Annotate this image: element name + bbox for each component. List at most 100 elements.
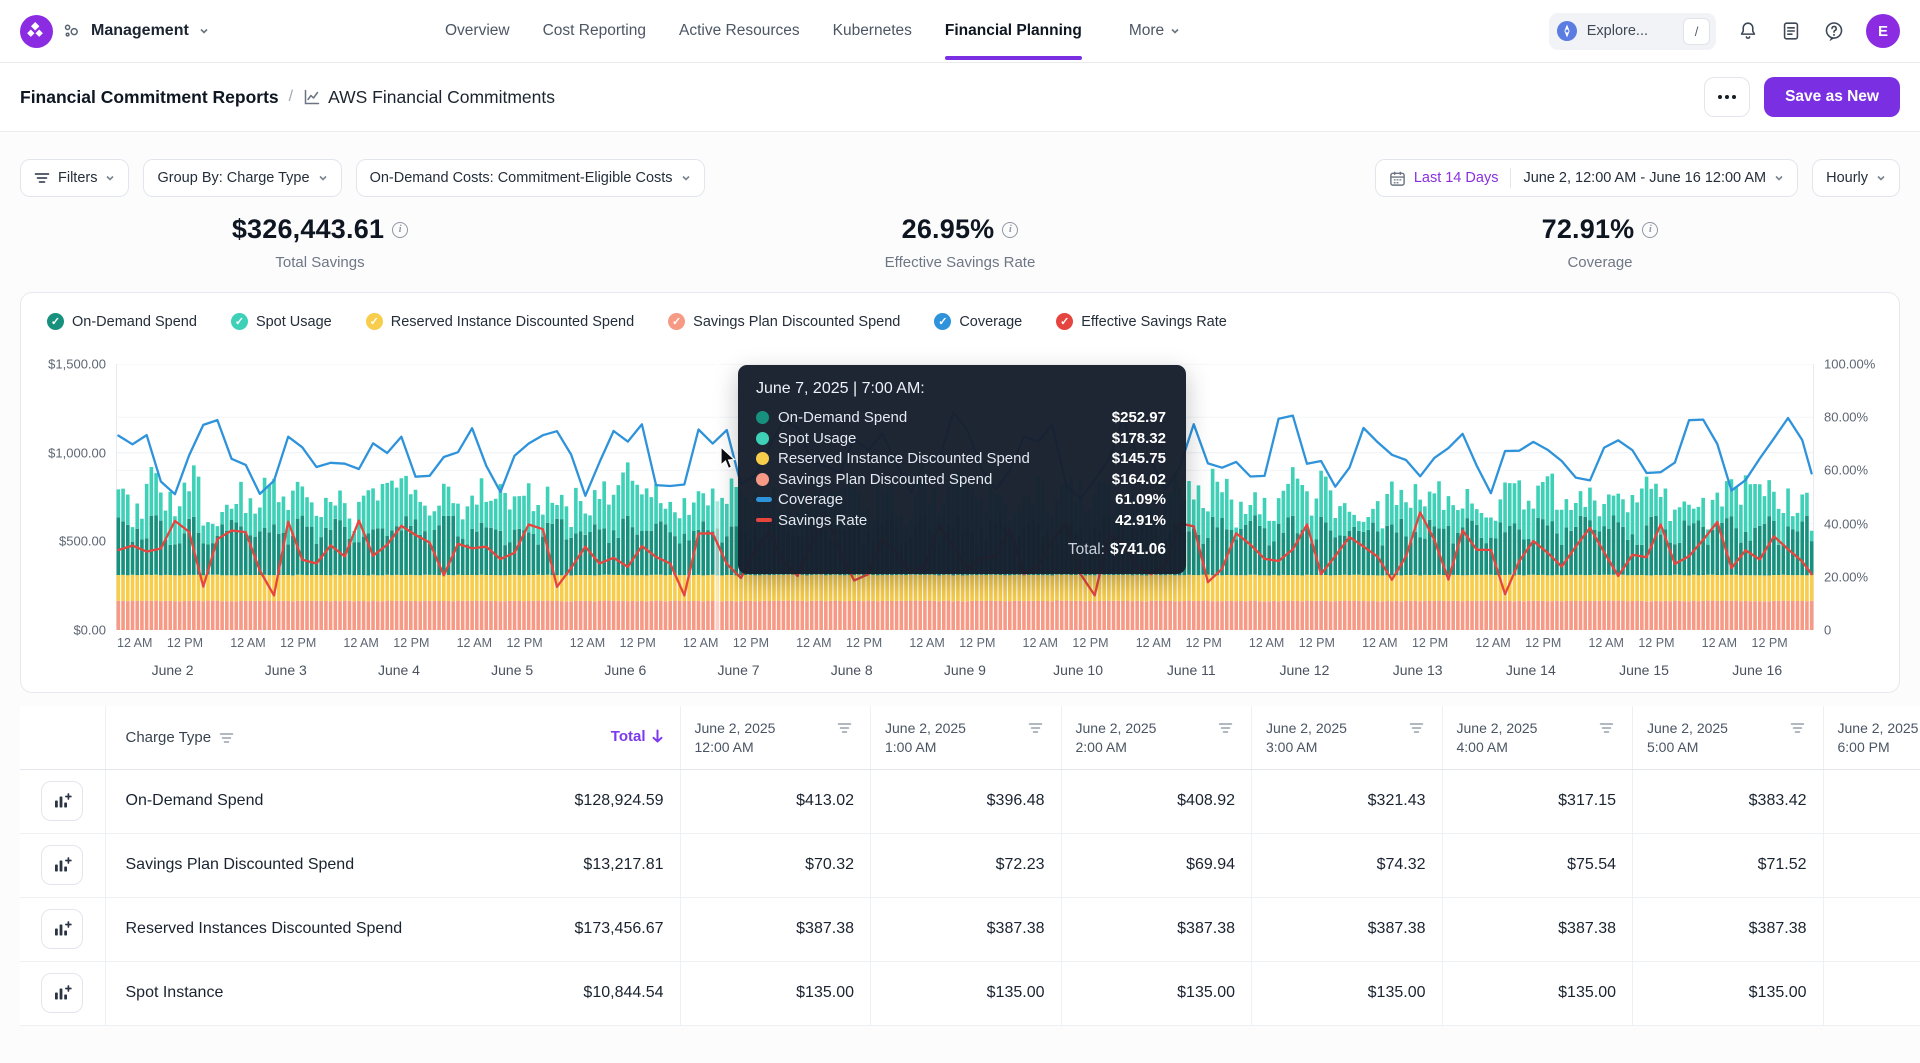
hour-value-cell: $408.92 bbox=[1061, 769, 1252, 833]
tab-financial-planning[interactable]: Financial Planning bbox=[945, 0, 1082, 63]
kpi-total-savings: $326,443.61 i Total Savings bbox=[0, 214, 640, 271]
info-icon[interactable]: i bbox=[1642, 222, 1658, 238]
hour-value-cell: $135.00 bbox=[1252, 961, 1443, 1025]
charge-type-cell: Spot Instance bbox=[105, 961, 510, 1025]
hour-value-cell: $387.38 bbox=[871, 897, 1062, 961]
release-notes-button[interactable] bbox=[1780, 20, 1802, 42]
hover-highlight-band bbox=[715, 364, 720, 630]
add-to-chart-button[interactable] bbox=[41, 973, 83, 1013]
table-row-reserved-instances-discounted-spend: Reserved Instances Discounted Spend$173,… bbox=[20, 897, 1920, 961]
date-range-picker[interactable]: Last 14 Days June 2, 12:00 AM - June 16 … bbox=[1375, 159, 1798, 197]
x-tick: 12 AM bbox=[683, 636, 718, 650]
tooltip-row: On-Demand Spend$252.97 bbox=[756, 409, 1166, 426]
charge-type-cell: On-Demand Spend bbox=[105, 769, 510, 833]
column-filter-icon bbox=[1409, 722, 1424, 734]
report-chart-icon bbox=[303, 88, 321, 106]
hour-column-filter-icon[interactable] bbox=[1409, 722, 1424, 734]
hour-value-cell: $387.38 bbox=[680, 897, 871, 961]
x-axis-day-june-15: 12 AM12 PMJune 15 bbox=[1587, 636, 1700, 678]
save-as-new-button[interactable]: Save as New bbox=[1764, 77, 1900, 117]
hour-column-filter-icon[interactable] bbox=[1218, 722, 1233, 734]
tab-active-resources[interactable]: Active Resources bbox=[679, 0, 800, 63]
tab-more[interactable]: More bbox=[1129, 0, 1180, 63]
cost-basis-button[interactable]: On-Demand Costs: Commitment-Eligible Cos… bbox=[356, 159, 705, 197]
add-chart-icon bbox=[52, 791, 72, 811]
tooltip-series-label: Spot Usage bbox=[778, 430, 856, 447]
x-axis-day-june-10: 12 AM12 PMJune 10 bbox=[1022, 636, 1135, 678]
charge-type-cell: Reserved Instances Discounted Spend bbox=[105, 897, 510, 961]
tooltip-series-label: Savings Rate bbox=[778, 512, 867, 529]
tooltip-series-label: Reserved Instance Discounted Spend bbox=[778, 450, 1030, 467]
hour-column-filter-icon[interactable] bbox=[1028, 722, 1043, 734]
legend-item-spot-usage[interactable]: ✓Spot Usage bbox=[231, 313, 332, 330]
hour-column-filter-icon[interactable] bbox=[1790, 722, 1805, 734]
add-to-chart-button[interactable] bbox=[41, 909, 83, 949]
info-icon[interactable]: i bbox=[392, 222, 408, 238]
granularity-selector[interactable]: Hourly bbox=[1812, 159, 1900, 197]
nav-right: Explore... / E bbox=[1549, 13, 1900, 50]
more-actions-button[interactable] bbox=[1704, 77, 1750, 117]
filters-button[interactable]: Filters bbox=[20, 159, 129, 197]
tab-cost-reporting[interactable]: Cost Reporting bbox=[543, 0, 646, 63]
kpi-row: $326,443.61 i Total Savings 26.95% i Eff… bbox=[0, 214, 1920, 271]
bell-icon bbox=[1737, 20, 1759, 42]
tab-kubernetes[interactable]: Kubernetes bbox=[833, 0, 912, 63]
legend-item-reserved-instance-discounted-spend[interactable]: ✓ Reserved Instance Discounted Spend bbox=[366, 313, 634, 330]
legend-item-on-demand-spend[interactable]: ✓On-Demand Spend bbox=[47, 313, 197, 330]
x-tick: 12 AM bbox=[909, 636, 944, 650]
workspace-icon bbox=[63, 23, 79, 39]
table-header-hour-5: June 2, 20255:00 AM bbox=[1633, 706, 1824, 769]
app-logo[interactable] bbox=[20, 15, 53, 48]
series-line-icon bbox=[756, 497, 772, 502]
legend-label: Reserved Instance Discounted Spend bbox=[391, 314, 634, 330]
group-by-button[interactable]: Group By: Charge Type bbox=[143, 159, 341, 197]
hour-value-cell: $387.38 bbox=[1061, 897, 1252, 961]
add-to-chart-button[interactable] bbox=[41, 845, 83, 885]
total-sort-button[interactable]: Total bbox=[611, 728, 664, 745]
help-button[interactable] bbox=[1823, 20, 1845, 42]
x-axis-day-june-6: 12 AM12 PMJune 6 bbox=[569, 636, 682, 678]
hour-value-cell: $321.43 bbox=[1252, 769, 1443, 833]
chevron-down-icon[interactable] bbox=[199, 26, 209, 36]
hour-header-time: 6:00 PM bbox=[1838, 739, 1920, 755]
add-chart-icon bbox=[52, 855, 72, 875]
x-tick: 12 AM bbox=[570, 636, 605, 650]
filter-row: Filters Group By: Charge Type On-Demand … bbox=[0, 132, 1920, 197]
y-right-tick: 40.00% bbox=[1824, 516, 1868, 531]
legend-item-effective-savings-rate[interactable]: ✓Effective Savings Rate bbox=[1056, 313, 1227, 330]
table-header-hour-0: June 2, 202512:00 AM bbox=[680, 706, 871, 769]
user-avatar[interactable]: E bbox=[1866, 14, 1900, 48]
explore-search[interactable]: Explore... / bbox=[1549, 13, 1716, 50]
hour-column-filter-icon[interactable] bbox=[837, 722, 852, 734]
breadcrumb-parent[interactable]: Financial Commitment Reports bbox=[20, 87, 279, 108]
notifications-button[interactable] bbox=[1737, 20, 1759, 42]
add-to-chart-button[interactable] bbox=[41, 781, 83, 821]
x-day-label: June 9 bbox=[908, 662, 1021, 678]
column-filter-icon bbox=[837, 722, 852, 734]
hour-value-cell: $387.38 bbox=[1442, 897, 1633, 961]
bar-series-reserved-instance-discounted-spend bbox=[117, 575, 1814, 602]
hour-column-filter-icon[interactable] bbox=[1599, 722, 1614, 734]
y-left-tick: $1,500.00 bbox=[48, 357, 106, 372]
legend-item-coverage[interactable]: ✓Coverage bbox=[934, 313, 1022, 330]
tooltip-total: Total:$741.06 bbox=[756, 541, 1166, 559]
chart-plot[interactable]: June 7, 2025 | 7:00 AM: On-Demand Spend$… bbox=[116, 364, 1814, 630]
series-dot-icon bbox=[756, 473, 769, 486]
x-axis-day-june-3: 12 AM12 PMJune 3 bbox=[229, 636, 342, 678]
column-filter-icon bbox=[1028, 722, 1043, 734]
tab-overview[interactable]: Overview bbox=[445, 0, 510, 63]
info-icon[interactable]: i bbox=[1002, 222, 1018, 238]
check-circle-icon: ✓ bbox=[366, 313, 383, 330]
hour-value-cell: $135.00 bbox=[680, 961, 871, 1025]
y-axis-left: $1,500.00$1,000.00$500.00$0.00 bbox=[21, 364, 116, 630]
y-right-tick: 0 bbox=[1824, 623, 1831, 638]
chevron-down-icon bbox=[1876, 173, 1886, 183]
x-axis-day-june-14: 12 AM12 PMJune 14 bbox=[1474, 636, 1587, 678]
charge-type-table: Charge TypeTotalJune 2, 202512:00 AMJune… bbox=[20, 706, 1920, 1026]
charge-type-filter-icon[interactable] bbox=[219, 732, 234, 744]
x-axis-day-june-8: 12 AM12 PMJune 8 bbox=[795, 636, 908, 678]
legend-item-savings-plan-discounted-spend[interactable]: ✓Savings Plan Discounted Spend bbox=[668, 313, 900, 330]
workspace-name[interactable]: Management bbox=[91, 22, 189, 40]
table-header-total: Total bbox=[510, 706, 680, 769]
series-dot-icon bbox=[756, 432, 769, 445]
